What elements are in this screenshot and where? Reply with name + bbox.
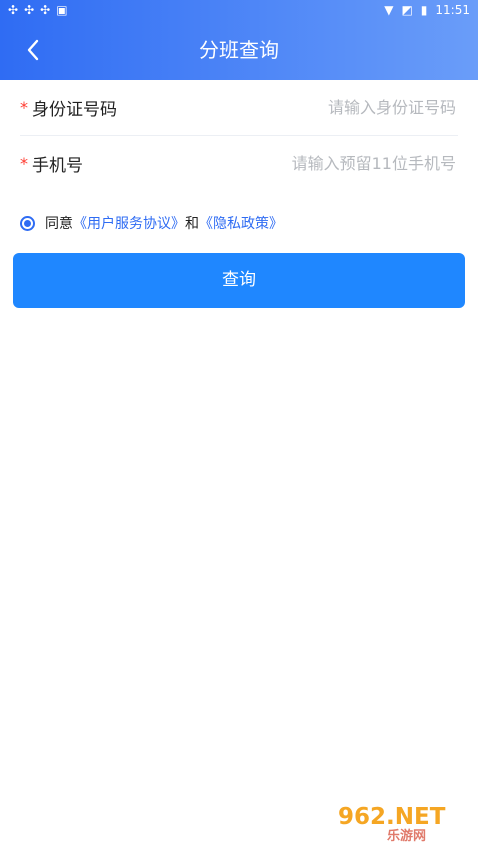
watermark-text-1: 962.NET (338, 804, 446, 830)
required-mark: * (20, 154, 28, 173)
status-time: 11:51 (435, 3, 470, 17)
wifi-icon: ▼ (384, 3, 394, 17)
a-icon: ▣ (56, 3, 68, 17)
id-number-row: * 身份证号码 (20, 80, 458, 136)
phone-label-text: 手机号 (32, 156, 83, 176)
agreement-row: 同意 《用户服务协议》 和 《隐私政策》 (20, 211, 283, 235)
query-form: * 身份证号码 * 手机号 (0, 80, 478, 191)
phone-label: * 手机号 (20, 151, 83, 176)
bug-icon: ✣ (40, 3, 51, 17)
watermark-text-2: 乐游网 (387, 828, 426, 843)
battery-icon: ▮ (420, 3, 428, 17)
id-number-label: * 身份证号码 (20, 95, 117, 120)
radio-dot (24, 219, 31, 227)
status-left-icons: ✣ ✣ ✣ ▣ (8, 0, 68, 20)
required-mark: * (20, 98, 28, 117)
bug-icon: ✣ (24, 3, 35, 17)
watermark-logo: 962.NET 乐游网 (338, 804, 446, 843)
agreement-radio[interactable] (20, 215, 35, 231)
phone-input[interactable] (214, 153, 458, 174)
page-title: 分班查询 (199, 38, 279, 62)
navbar: 分班查询 (0, 20, 478, 80)
agreement-prefix: 同意 (45, 216, 73, 232)
id-number-label-text: 身份证号码 (32, 100, 117, 120)
status-right-icons: ▼ ◩ ▮ 11:51 (384, 0, 470, 20)
header: ✣ ✣ ✣ ▣ ▼ ◩ ▮ 11:51 分班查询 (0, 0, 478, 80)
phone-row: * 手机号 (20, 136, 458, 191)
user-agreement-link[interactable]: 《用户服务协议》 (73, 213, 185, 233)
status-bar: ✣ ✣ ✣ ▣ ▼ ◩ ▮ 11:51 (0, 0, 478, 20)
query-button[interactable]: 查询 (13, 253, 465, 308)
signal-icon: ◩ (401, 3, 413, 17)
id-number-input[interactable] (214, 97, 458, 118)
agreement-and: 和 (185, 216, 199, 232)
bug-icon: ✣ (8, 3, 19, 17)
privacy-policy-link[interactable]: 《隐私政策》 (199, 213, 283, 233)
